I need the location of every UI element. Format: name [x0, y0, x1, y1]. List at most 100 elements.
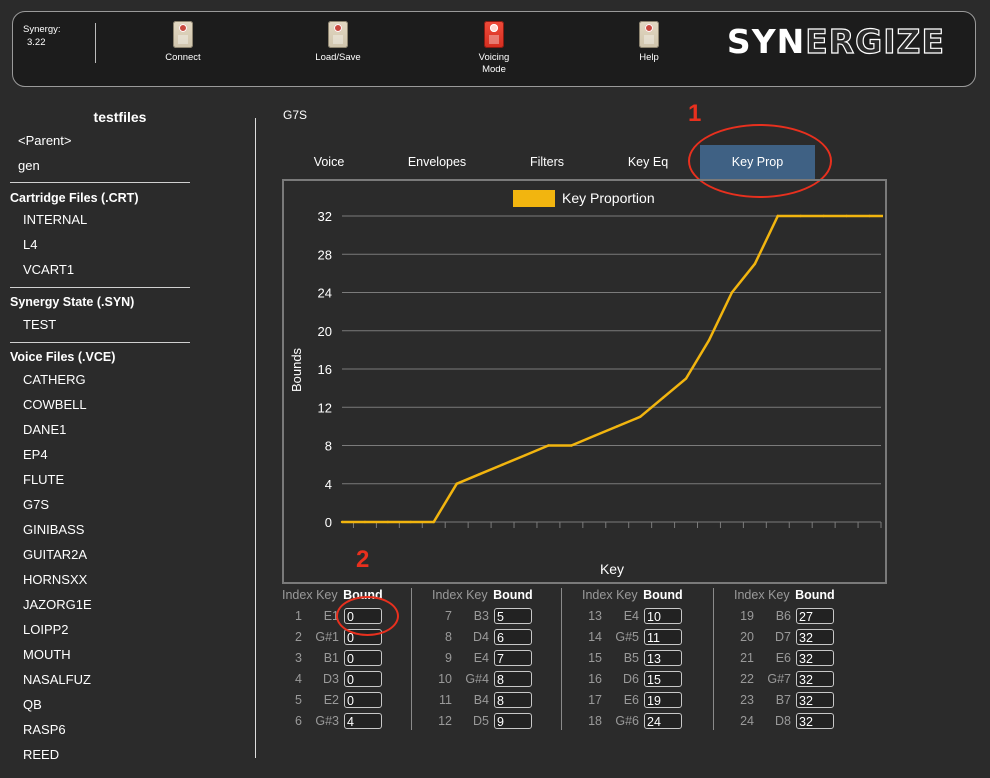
help-label: Help: [639, 52, 659, 63]
header-index: Index: [432, 588, 463, 602]
row-index: 19: [740, 609, 754, 623]
header-bound: Bound: [795, 588, 835, 602]
row-key: G#1: [315, 630, 339, 644]
tab-envelopes[interactable]: Envelopes: [392, 145, 482, 179]
y-tick-label: 0: [325, 515, 332, 530]
header-index: Index: [582, 588, 613, 602]
logo-part-2: ERGIZE: [805, 21, 945, 61]
top-toolbar: Synergy: 3.22 Connect Load/Save Voicing …: [12, 11, 976, 87]
row-key: G#7: [767, 672, 791, 686]
sidebar-item-test[interactable]: TEST: [23, 317, 56, 332]
bound-input[interactable]: 6: [494, 629, 532, 645]
sidebar-item-internal[interactable]: INTERNAL: [23, 212, 87, 227]
bound-input[interactable]: 32: [796, 713, 834, 729]
connect-label: Connect: [165, 52, 201, 63]
bound-input[interactable]: 11: [644, 629, 682, 645]
sidebar-item-qb[interactable]: QB: [23, 697, 42, 712]
bound-input[interactable]: 32: [796, 692, 834, 708]
connect-button[interactable]: Connect: [138, 21, 228, 64]
row-index: 10: [438, 672, 452, 686]
sidebar-item-gen[interactable]: gen: [18, 158, 40, 173]
bound-input[interactable]: 0: [344, 692, 382, 708]
bound-input[interactable]: 32: [796, 650, 834, 666]
header-bound: Bound: [493, 588, 533, 602]
header-bound: Bound: [643, 588, 683, 602]
bound-input[interactable]: 32: [796, 629, 834, 645]
row-key: E4: [623, 609, 639, 623]
row-index: 2: [295, 630, 302, 644]
sidebar-item-parent[interactable]: <Parent>: [18, 133, 72, 148]
sidebar-item-reed[interactable]: REED: [23, 747, 59, 762]
voicing-mode-button[interactable]: Voicing Mode: [449, 21, 539, 76]
sidebar-item-flute[interactable]: FLUTE: [23, 472, 64, 487]
sidebar-item-guitar2a[interactable]: GUITAR2A: [23, 547, 87, 562]
bound-input[interactable]: 5: [494, 608, 532, 624]
row-key: E6: [775, 651, 791, 665]
row-index: 12: [438, 714, 452, 728]
sidebar-item-g7s[interactable]: G7S: [23, 497, 49, 512]
header-key: Key: [466, 588, 488, 602]
sidebar-item-jazorg1e[interactable]: JAZORG1E: [23, 597, 92, 612]
sidebar-item-mouth[interactable]: MOUTH: [23, 647, 71, 662]
row-key: G#3: [315, 714, 339, 728]
data-point: [661, 396, 665, 399]
data-point: [707, 339, 711, 342]
bound-input[interactable]: 27: [796, 608, 834, 624]
bound-input[interactable]: 10: [644, 608, 682, 624]
row-key: D4: [473, 630, 489, 644]
sidebar-divider: [10, 287, 190, 288]
bound-input[interactable]: 7: [494, 650, 532, 666]
table-row: 14 G#5 11: [582, 629, 722, 648]
sidebar-item-l4[interactable]: L4: [23, 237, 37, 252]
table-column-divider: [411, 588, 412, 730]
sidebar-divider: [10, 182, 190, 183]
table-row: 7 B3 5: [432, 608, 572, 627]
y-tick-label: 16: [318, 362, 332, 377]
table-row: 22 G#7 32: [734, 671, 874, 690]
bound-input[interactable]: 8: [494, 692, 532, 708]
bound-input[interactable]: 0: [344, 650, 382, 666]
sidebar-item-vcart1[interactable]: VCART1: [23, 262, 74, 277]
sidebar-item-rasp6[interactable]: RASP6: [23, 722, 66, 737]
load-save-button[interactable]: Load/Save: [293, 21, 383, 64]
row-index: 4: [295, 672, 302, 686]
tab-voice[interactable]: Voice: [290, 145, 368, 179]
tab-filters[interactable]: Filters: [512, 145, 582, 179]
row-index: 13: [588, 609, 602, 623]
annotation-number-1: 1: [688, 100, 702, 127]
tab-key-eq[interactable]: Key Eq: [612, 145, 684, 179]
help-button[interactable]: Help: [604, 21, 694, 64]
sidebar-item-cowbell[interactable]: COWBELL: [23, 397, 87, 412]
row-index: 9: [445, 651, 452, 665]
sidebar-item-loipp2[interactable]: LOIPP2: [23, 622, 69, 637]
row-index: 8: [445, 630, 452, 644]
bound-input[interactable]: 32: [796, 671, 834, 687]
bound-input[interactable]: 13: [644, 650, 682, 666]
bound-input[interactable]: 0: [344, 671, 382, 687]
table-row: 17 E6 19: [582, 692, 722, 711]
bound-input[interactable]: 9: [494, 713, 532, 729]
table-header: Index Key Bound: [734, 588, 835, 602]
bound-input[interactable]: 24: [644, 713, 682, 729]
sidebar-item-dane1[interactable]: DANE1: [23, 422, 66, 437]
sidebar-item-ginibass[interactable]: GINIBASS: [23, 522, 84, 537]
row-key: E4: [473, 651, 489, 665]
voice-name: G7S: [283, 108, 308, 122]
header-index: Index: [282, 588, 313, 602]
bound-input[interactable]: 15: [644, 671, 682, 687]
sidebar-item-ep4[interactable]: EP4: [23, 447, 48, 462]
logo-part-1: SYN: [726, 22, 806, 61]
sidebar-item-nasalfuz[interactable]: NASALFUZ: [23, 672, 91, 687]
synergize-logo: SYNERGIZE: [726, 21, 945, 61]
row-key: B4: [473, 693, 489, 707]
data-point: [776, 214, 779, 218]
bound-input[interactable]: 8: [494, 671, 532, 687]
data-point: [478, 472, 481, 476]
row-index: 22: [740, 672, 754, 686]
bound-input[interactable]: 4: [344, 713, 382, 729]
bound-input[interactable]: 19: [644, 692, 682, 708]
sidebar-item-catherg[interactable]: CATHERG: [23, 372, 86, 387]
data-point: [501, 463, 504, 466]
table-row: 8 D4 6: [432, 629, 572, 648]
sidebar-item-hornsxx[interactable]: HORNSXX: [23, 572, 87, 587]
